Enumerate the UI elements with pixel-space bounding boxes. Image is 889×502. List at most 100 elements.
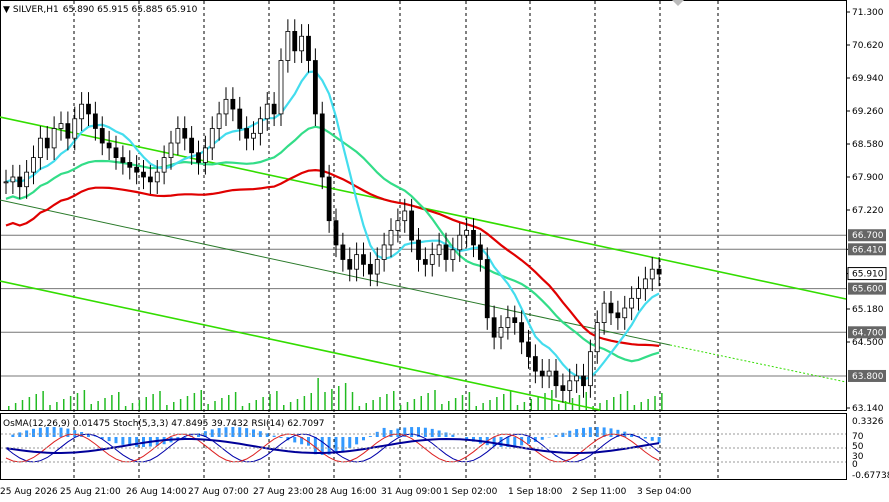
osma-bar	[217, 428, 221, 437]
candle-body	[498, 327, 504, 338]
time-label: 1 Sep 18:00	[508, 487, 563, 497]
indicator-tick-label: -0.67738	[852, 471, 889, 481]
price-chart[interactable]: 71.300 70.620 69.940 69.260 68.580 67.900 67.2…	[0, 0, 889, 502]
osma-bar	[540, 437, 544, 440]
price-tick-label: 67.220	[852, 206, 884, 216]
candle-body	[278, 60, 284, 115]
candle-body	[347, 259, 353, 270]
candle-body	[519, 322, 525, 343]
candle-body	[409, 210, 415, 241]
candle-body	[532, 356, 538, 372]
candle-body	[72, 118, 78, 139]
price-axis: 71.300 70.620 69.940 69.260 68.580 67.900 67.2…	[846, 8, 884, 414]
osma-bar	[444, 432, 448, 437]
osma-bar	[382, 427, 386, 437]
osma-bar	[527, 437, 530, 444]
volume-bar	[413, 399, 416, 410]
osma-bar	[66, 428, 70, 437]
osma-bar	[582, 427, 585, 437]
candle-body	[505, 317, 511, 328]
candle-body	[182, 128, 188, 139]
candle-body	[37, 137, 43, 158]
time-label: 27 Aug 07:00	[188, 487, 249, 497]
candle-body	[306, 35, 311, 61]
volume-bar	[372, 400, 374, 410]
volume-bar	[111, 395, 113, 410]
candle-body	[106, 142, 112, 149]
volume-bar	[365, 403, 367, 410]
time-label: 26 Aug 14:00	[126, 487, 187, 497]
main-pane-frame	[0, 0, 847, 411]
volume-bar	[640, 402, 642, 410]
candle-body	[560, 385, 566, 391]
osma-bar	[423, 427, 427, 437]
volume-bar	[344, 383, 347, 410]
osma-bar	[348, 437, 352, 449]
volume-bar	[544, 393, 546, 410]
candle-body	[271, 103, 277, 115]
candle-body	[44, 137, 50, 149]
candle-body	[608, 302, 614, 314]
candle-body	[257, 118, 263, 134]
volume-bar	[386, 394, 388, 410]
volume-bar	[186, 396, 189, 410]
candle-body	[196, 152, 201, 163]
volume-bar	[173, 402, 175, 410]
volume-bar	[276, 391, 278, 410]
candle-body	[361, 254, 366, 265]
indicator-tick-label: 50	[852, 442, 864, 452]
volume-bar	[193, 393, 196, 410]
candle-body	[649, 268, 655, 280]
volume-bar	[338, 386, 340, 410]
volume-bar	[379, 397, 381, 410]
candle-body	[31, 157, 36, 173]
candle-body	[594, 322, 600, 353]
osma-bar	[341, 437, 345, 452]
candle-body	[51, 128, 57, 149]
candle-body	[443, 244, 449, 260]
volume-bar	[296, 399, 299, 410]
volume-bar	[289, 402, 292, 410]
candle-body	[354, 254, 360, 270]
candle-body	[526, 341, 531, 357]
price-tick-label: 69.940	[852, 74, 884, 84]
volume-bar	[255, 400, 257, 410]
candle-body	[244, 128, 250, 139]
osma-bar	[410, 427, 414, 437]
volume-bar	[331, 389, 333, 410]
volume-bar	[152, 394, 154, 410]
osma-bar	[293, 437, 297, 443]
time-label: 3 Sep 04:00	[637, 487, 692, 497]
osma-bar	[32, 428, 35, 437]
volume-bar	[434, 390, 436, 410]
volume-bar	[647, 399, 649, 410]
osma-bar	[38, 427, 42, 437]
price-tick-label: 71.300	[852, 8, 884, 18]
time-label: 31 Aug 09:00	[381, 487, 442, 497]
header-arrow-icon: ▼	[3, 5, 10, 15]
candle-body	[471, 229, 476, 246]
volume-bar	[234, 392, 237, 410]
osma-bar	[245, 428, 249, 437]
osma-bar	[643, 437, 647, 439]
volume-bar	[399, 405, 402, 410]
candle-body	[285, 31, 291, 61]
volume-bar	[654, 396, 656, 410]
candle-body	[209, 128, 215, 149]
price-tick-label: 67.900	[852, 173, 884, 183]
volume-bar	[393, 391, 395, 410]
indicator-tick-label: 0	[852, 460, 858, 470]
volume-bar	[179, 399, 182, 410]
volume-bar	[104, 398, 106, 410]
price-tick-label: 63.140	[852, 404, 884, 414]
candle-body	[189, 137, 195, 154]
candle-body	[147, 176, 153, 183]
price-tick-label: 68.580	[852, 140, 884, 150]
osma-bar	[657, 437, 661, 443]
candle-body	[457, 234, 463, 251]
volume-bar	[221, 398, 223, 410]
osma-bar	[11, 434, 15, 437]
osma-bar	[575, 429, 579, 437]
osma-bar	[650, 437, 654, 441]
volume-bar	[8, 406, 10, 410]
